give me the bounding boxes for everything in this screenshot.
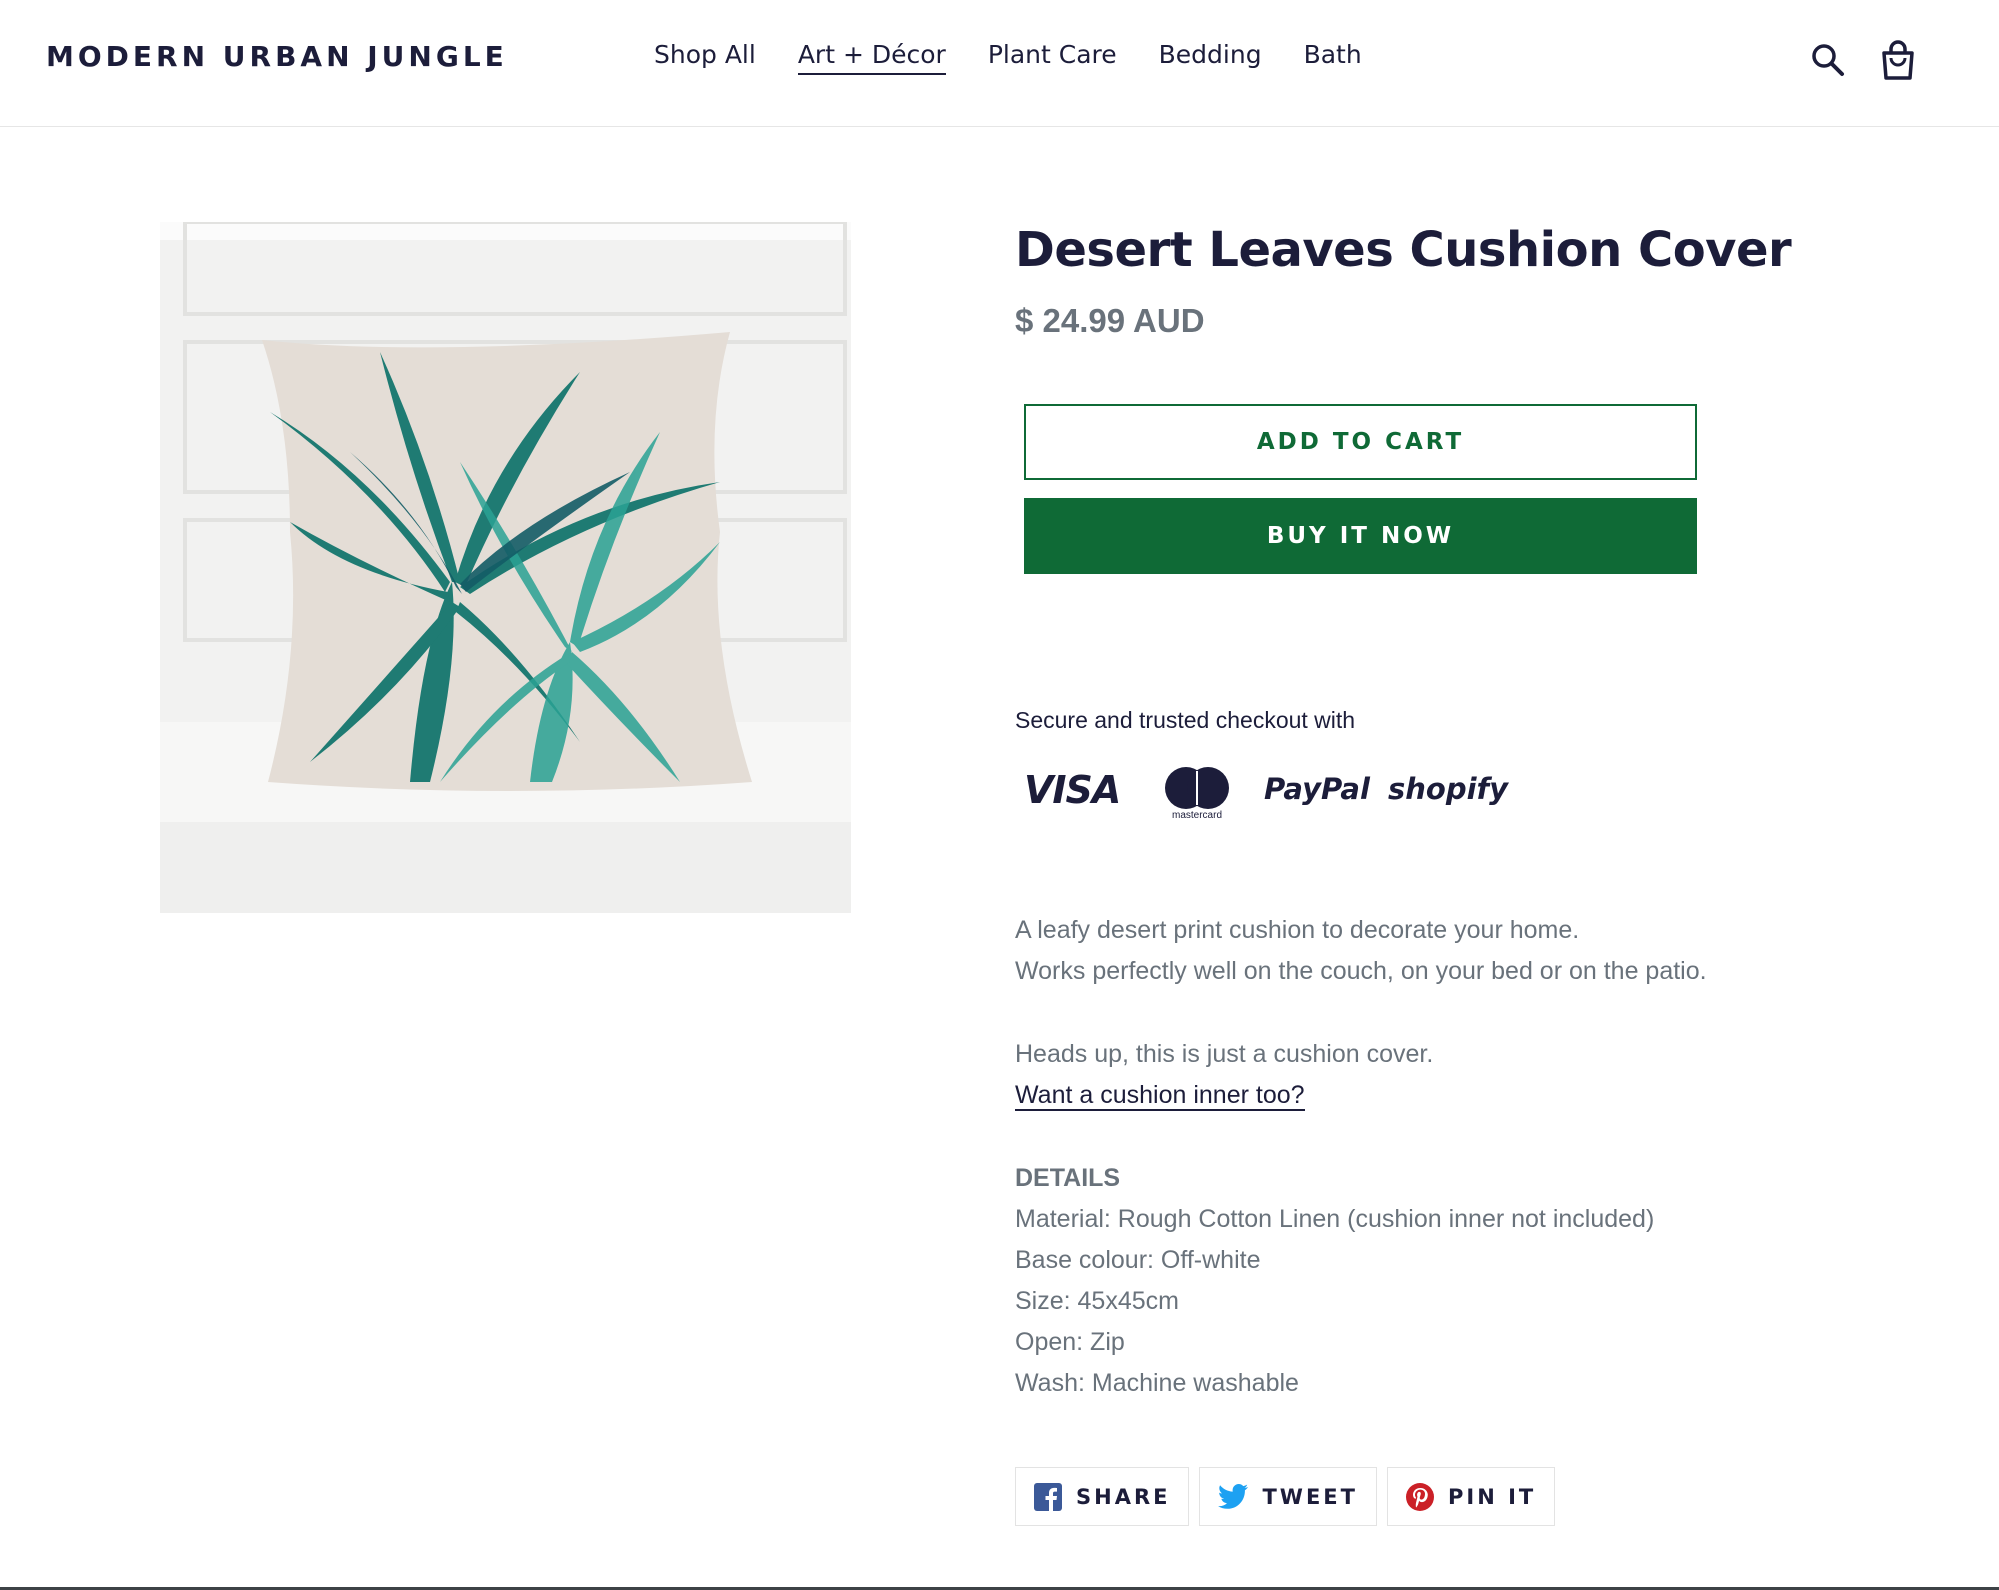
search-icon[interactable] [1810,42,1846,78]
detail-open: Open: Zip [1015,1328,1125,1356]
description-line-2: Works perfectly well on the couch, on yo… [1015,957,1707,985]
product-title: Desert Leaves Cushion Cover [1015,222,1792,278]
product-image[interactable] [160,222,851,913]
social-share: SHARE TWEET PIN IT [1015,1467,1556,1526]
detail-material: Material: Rough Cotton Linen (cushion in… [1015,1205,1655,1233]
description-line-1: A leafy desert print cushion to decorate… [1015,916,1580,944]
facebook-icon [1034,1482,1062,1511]
description-line-3: Heads up, this is just a cushion cover. [1015,1040,1434,1068]
detail-size: Size: 45x45cm [1015,1287,1179,1315]
paypal-logo: PayPal [1264,772,1370,806]
buy-it-now-button[interactable]: BUY IT NOW [1024,498,1697,574]
share-twitter-label: TWEET [1262,1484,1358,1509]
share-facebook-button[interactable]: SHARE [1015,1467,1190,1526]
detail-wash: Wash: Machine washable [1015,1369,1299,1397]
twitter-icon [1218,1483,1249,1509]
nav-item-bedding[interactable]: Bedding [1159,40,1262,75]
cushion-inner-link[interactable]: Want a cushion inner too? [1015,1081,1305,1111]
site-logo[interactable]: MODERN URBAN JUNGLE [46,40,508,73]
nav-item-bath[interactable]: Bath [1304,40,1362,75]
add-to-cart-button[interactable]: ADD TO CART [1024,404,1697,480]
share-pinterest-label: PIN IT [1447,1484,1537,1509]
nav-item-art-decor[interactable]: Art + Décor [797,40,946,75]
visa-logo: VISA [1024,768,1121,812]
share-pinterest-button[interactable]: PIN IT [1386,1467,1556,1526]
main-nav: Shop All Art + Décor Plant Care Bedding … [654,40,1404,75]
share-twitter-button[interactable]: TWEET [1199,1467,1377,1526]
nav-item-plant-care[interactable]: Plant Care [988,40,1117,75]
shopping-bag-icon[interactable] [1880,40,1916,80]
detail-base-colour: Base colour: Off-white [1015,1246,1261,1274]
cushion-illustration [160,222,851,913]
product-price: $ 24.99 AUD [1015,302,1205,339]
site-header: MODERN URBAN JUNGLE Shop All Art + Décor… [0,0,1999,127]
share-facebook-label: SHARE [1076,1484,1171,1509]
mastercard-logo: mastercard [1162,766,1232,822]
shopify-logo: shopify [1388,772,1509,806]
mastercard-label: mastercard [1171,810,1222,821]
secure-checkout-text: Secure and trusted checkout with [1015,707,1356,733]
cushion-inner-link-wrap: Want a cushion inner too? [1015,1075,1305,1116]
details-heading: DETAILS [1015,1164,1121,1192]
nav-item-shop-all[interactable]: Shop All [654,40,756,75]
pinterest-icon [1405,1482,1434,1511]
